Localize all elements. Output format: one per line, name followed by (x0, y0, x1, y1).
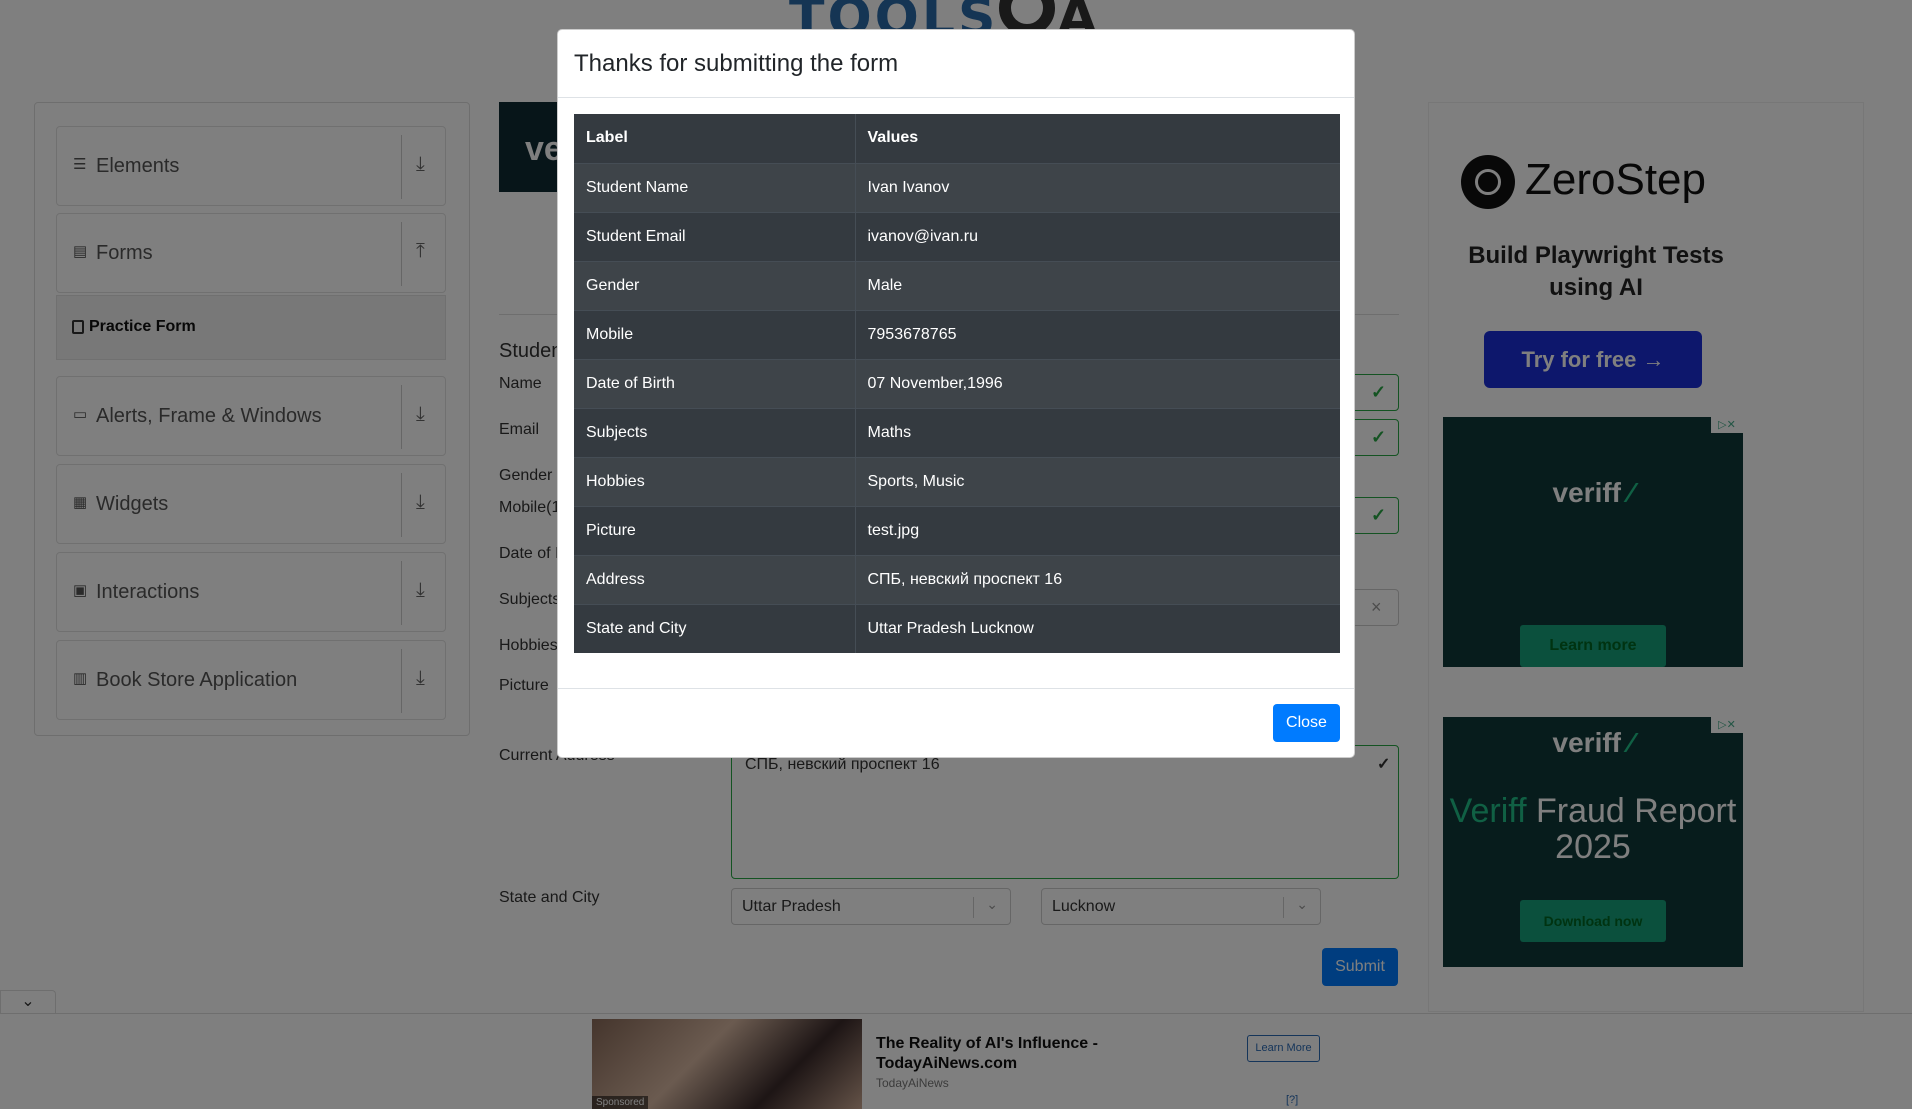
table-row: Address СПБ, невский проспект 16 (574, 554, 1340, 604)
table-row: Date of Birth 07 November,1996 (574, 358, 1340, 408)
close-button[interactable]: Close (1273, 704, 1340, 742)
table-row: Picture test.jpg (574, 505, 1340, 555)
results-table: Label Values Student Name Ivan Ivanov Stu… (574, 114, 1340, 653)
table-header-row: Label Values (574, 114, 1340, 163)
column-header-values: Values (867, 129, 919, 147)
table-row: Gender Male (574, 260, 1340, 310)
modal-title: Thanks for submitting the form (574, 50, 899, 77)
table-row: State and City Uttar Pradesh Lucknow (574, 603, 1340, 653)
table-row: Subjects Maths (574, 407, 1340, 457)
table-row: Student Name Ivan Ivanov (574, 162, 1340, 212)
table-row: Student Email ivanov@ivan.ru (574, 211, 1340, 261)
table-row: Hobbies Sports, Music (574, 456, 1340, 506)
table-row: Mobile 7953678765 (574, 309, 1340, 359)
column-header-label: Label (574, 114, 856, 163)
submission-modal: Thanks for submitting the form Label Val… (557, 29, 1355, 758)
